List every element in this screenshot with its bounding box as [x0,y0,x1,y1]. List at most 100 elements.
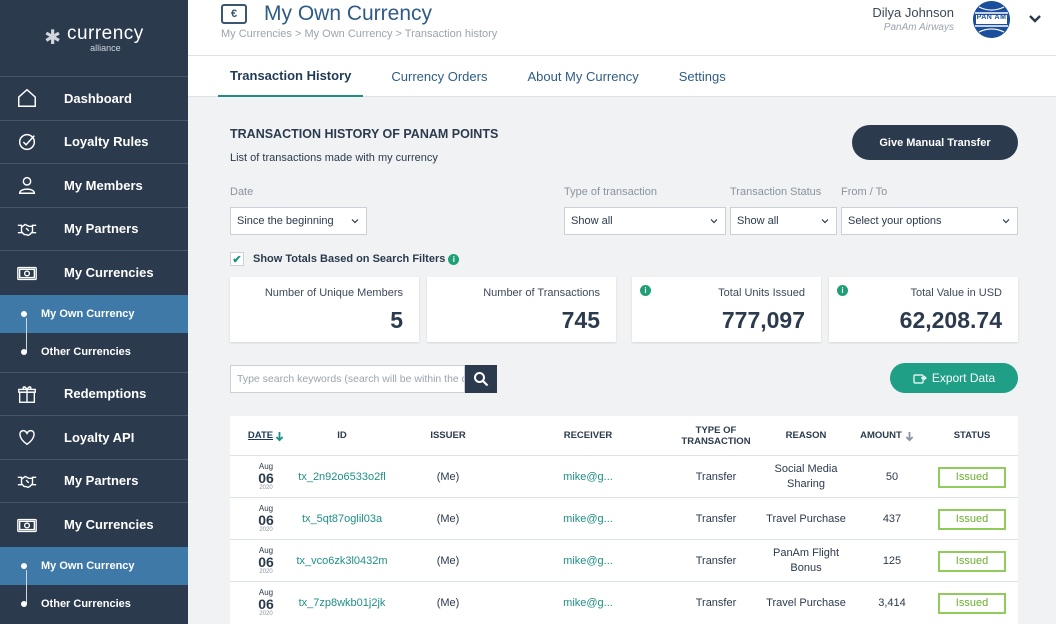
export-data-button[interactable]: Export Data [890,363,1018,393]
sidebar-subitem-other-currencies[interactable]: Other Currencies [0,333,188,372]
tab-currency-orders[interactable]: Currency Orders [379,56,499,97]
check-circle-icon [0,131,64,153]
submenu-my-currencies: My Own Currency Other Currencies [0,294,188,373]
main-content: TRANSACTION HISTORY OF PANAM POINTS List… [188,97,1056,624]
sidebar-subitem-label: Other Currencies [41,346,131,359]
table-row[interactable]: Aug 06 2020 tx_7zp8wkb01j2jk (Me) mike@g..… [230,582,1018,624]
status-cell: Issued [934,582,1010,624]
fromto-filter-value: Select your options [848,215,942,227]
bullet-icon [21,562,27,569]
fromto-filter-label: From / To [841,186,888,198]
info-icon[interactable]: i [640,285,651,296]
section-title: TRANSACTION HISTORY OF PANAM POINTS [230,127,499,141]
table-row[interactable]: Aug 06 2020 tx_vco6zk3l0432m (Me) mike@g..… [230,540,1018,582]
give-manual-transfer-button[interactable]: Give Manual Transfer [852,125,1018,160]
type-cell: Transfer [695,470,737,483]
transaction-id-link[interactable]: tx_7zp8wkb01j2jk [292,582,392,624]
issuer-cell: (Me) [436,512,460,525]
type-filter-label: Type of transaction [564,186,657,198]
amount-cell: 50 [885,470,899,483]
amount-cell: 437 [882,512,902,525]
sidebar-item-my-currencies-2[interactable]: My Currencies [0,503,188,547]
status-cell: Issued [934,540,1010,582]
chevron-down-icon[interactable] [1028,12,1042,26]
status-filter-select[interactable]: Show all [730,207,837,235]
column-header-reason: REASON [785,430,827,442]
sidebar-subitem-other-currencies-2[interactable]: Other Currencies [0,585,188,624]
info-icon[interactable]: i [837,285,848,296]
stat-label: Total Value in USD [910,287,1002,299]
column-header-date[interactable]: DATE [238,416,294,456]
issuer-cell: (Me) [436,554,460,567]
table-row[interactable]: Aug 06 2020 tx_2n92o6533o2fl (Me) mike@g..… [230,456,1018,498]
tab-transaction-history[interactable]: Transaction History [218,56,364,97]
avatar-text: PAN AM [976,14,1007,21]
receiver-link[interactable]: mike@g... [540,498,636,540]
sidebar-item-label: Loyalty API [64,429,135,445]
chevron-down-icon [710,219,718,224]
column-header-receiver: RECEIVER [563,430,613,442]
date-filter-label: Date [230,186,254,198]
user-icon [0,174,64,196]
transaction-id-link[interactable]: tx_5qt87oglil03a [292,498,392,540]
amount-cell: 3,414 [878,596,906,609]
sidebar-item-label: My Members [64,177,143,193]
sidebar-item-label: My Currencies [64,517,154,533]
stat-card-transactions: Number of Transactions 745 [427,277,616,342]
sidebar-item-my-partners-2[interactable]: My Partners [0,460,188,503]
sidebar-subitem-label: Other Currencies [41,598,131,611]
transaction-id-link[interactable]: tx_2n92o6533o2fl [292,456,392,498]
search-icon [474,372,489,387]
stat-label: Number of Transactions [483,287,600,299]
sidebar-item-loyalty-rules[interactable]: Loyalty Rules [0,121,188,164]
sidebar-item-my-members[interactable]: My Members [0,164,188,208]
sort-arrow-down-icon [905,431,914,441]
receiver-link[interactable]: mike@g... [540,540,636,582]
chevron-down-icon [1002,219,1010,224]
amount-cell: 125 [882,554,902,567]
search-input[interactable]: Type search keywords (search will be wit… [230,365,465,393]
reason-cell: PanAm Flight Bonus [772,547,840,574]
type-filter-select[interactable]: Show all [564,207,726,235]
sidebar-item-label: My Partners [64,221,139,237]
search-button[interactable] [465,365,497,393]
date-cell: Aug 06 2020 [258,504,274,534]
show-totals-toggle[interactable]: ✔ Show Totals Based on Search Filters i [230,252,460,266]
bullet-icon [21,310,27,317]
tab-about-my-currency[interactable]: About My Currency [515,56,650,97]
handshake-icon [0,218,64,240]
bullet-icon [21,349,27,356]
sidebar-subitem-my-own-currency-2[interactable]: My Own Currency [0,546,188,586]
logo-text: currency [66,22,144,44]
transaction-id-link[interactable]: tx_vco6zk3l0432m [292,540,392,582]
sidebar-item-dashboard[interactable]: Dashboard [0,77,188,121]
banknote-icon [0,262,64,284]
sidebar-item-my-partners[interactable]: My Partners [0,208,188,251]
reason-cell: Social Media Sharing [774,463,838,490]
sidebar-item-loyalty-api[interactable]: Loyalty API [0,416,188,460]
logo[interactable]: ✱ currency alliance [0,0,188,77]
sidebar-item-redemptions[interactable]: Redemptions [0,373,188,416]
checkbox-checked[interactable]: ✔ [230,252,244,266]
column-header-id: ID [337,430,347,442]
table-row[interactable]: Aug 06 2020 tx_5qt87oglil03a (Me) mike@g..… [230,498,1018,540]
receiver-link[interactable]: mike@g... [540,582,636,624]
date-cell: Aug 06 2020 [258,546,274,576]
tab-settings[interactable]: Settings [667,56,738,97]
receiver-link[interactable]: mike@g... [540,456,636,498]
sidebar-subitem-label: My Own Currency [41,307,135,320]
date-filter-select[interactable]: Since the beginning [230,207,367,235]
banknote-icon [0,514,64,536]
breadcrumb[interactable]: My Currencies > My Own Currency > Transa… [221,28,497,40]
sidebar-item-my-currencies[interactable]: My Currencies [0,251,188,295]
sidebar-item-label: Redemptions [64,386,147,402]
info-icon[interactable]: i [448,253,460,265]
handshake-icon [0,470,64,492]
type-filter-value: Show all [571,215,613,227]
column-header-amount[interactable]: AMOUNT [852,416,922,456]
status-filter-value: Show all [737,215,779,227]
sidebar-subitem-my-own-currency[interactable]: My Own Currency [0,294,188,334]
home-icon [0,87,64,109]
avatar[interactable]: PAN AM [973,1,1010,38]
fromto-filter-select[interactable]: Select your options [841,207,1018,235]
